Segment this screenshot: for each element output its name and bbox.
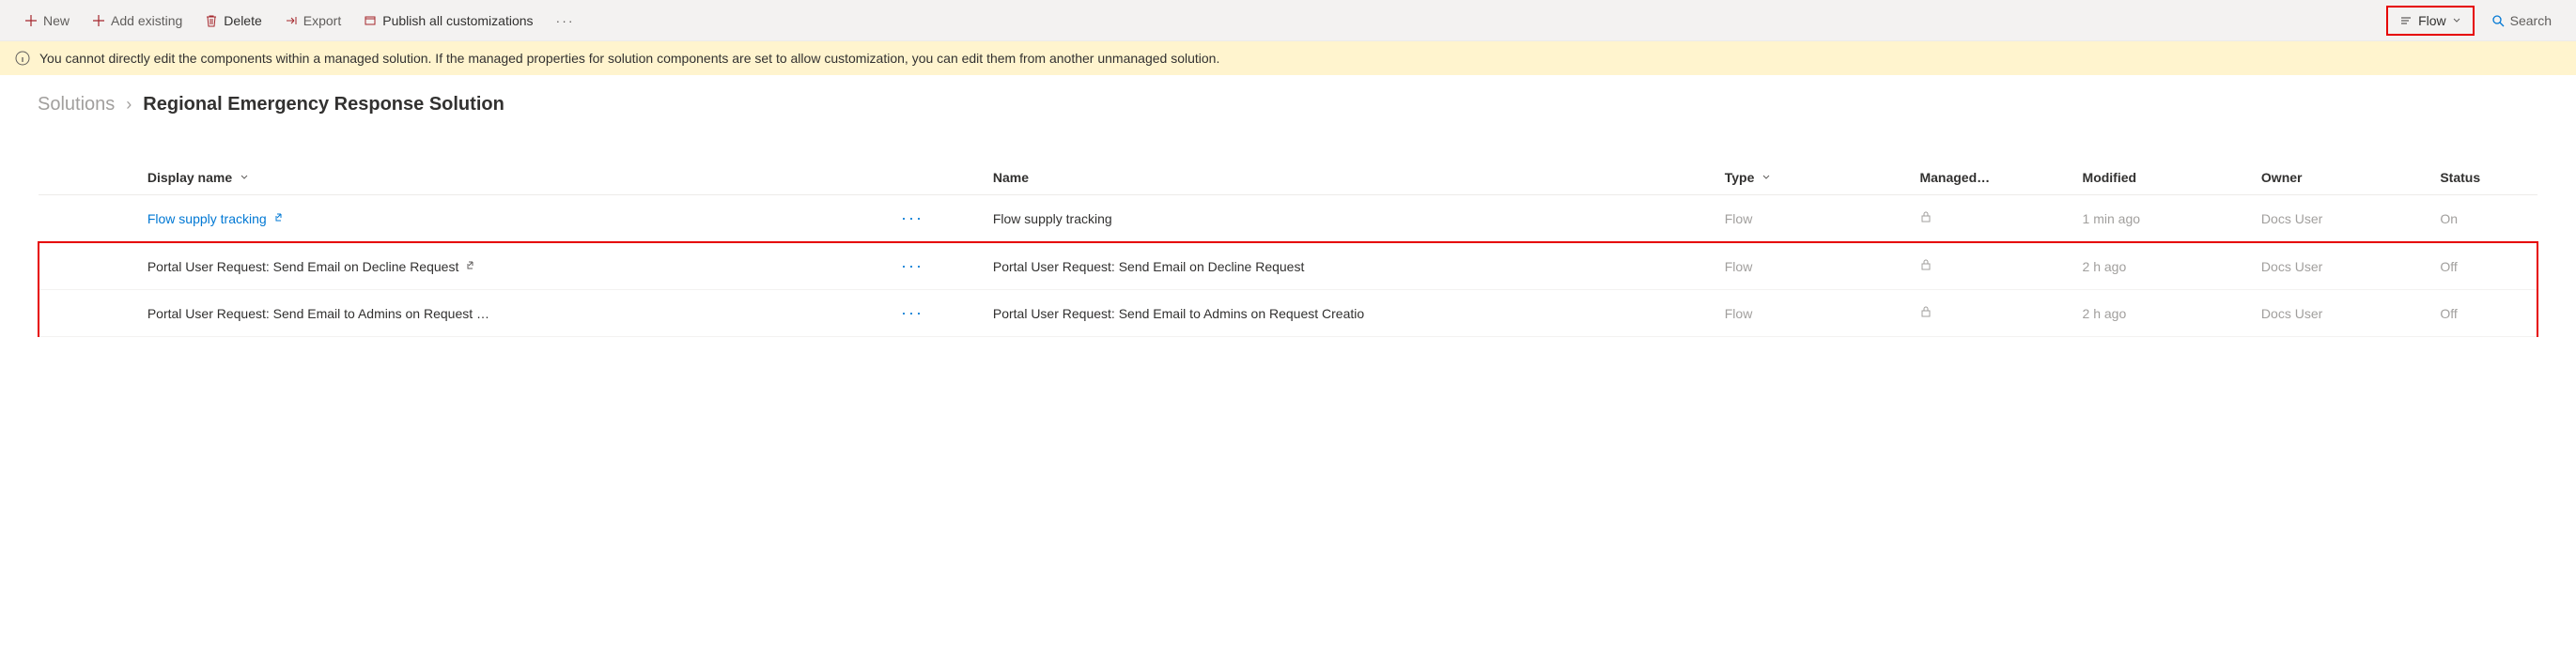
row-display-name[interactable]: Portal User Request: Send Email on Decli… [147,259,459,274]
breadcrumb: Solutions › Regional Emergency Response … [0,75,2576,123]
row-more-button[interactable]: ··· [895,301,929,324]
column-label: Modified [2083,170,2137,185]
column-label: Status [2440,170,2480,185]
publish-label: Publish all customizations [382,13,533,28]
column-label: Name [993,170,1029,185]
flow-icon [2399,14,2413,27]
select-all-header[interactable] [39,161,136,195]
column-actions [884,161,982,195]
row-owner: Docs User [2250,290,2429,337]
lock-icon [1919,211,1932,226]
export-button[interactable]: Export [275,8,350,34]
column-managed[interactable]: Managed… [1908,161,2071,195]
flow-label: Flow [2418,13,2446,28]
row-name: Flow supply tracking [982,195,1714,243]
row-type: Flow [1714,290,1909,337]
row-managed [1908,195,2071,243]
table-row[interactable]: Portal User Request: Send Email on Decli… [39,242,2537,290]
row-status: On [2429,195,2537,243]
row-owner: Docs User [2250,242,2429,290]
export-label: Export [303,13,341,28]
row-type: Flow [1714,195,1909,243]
flow-dropdown-button[interactable]: Flow [2386,6,2475,36]
chevron-down-icon [240,170,249,185]
publish-button[interactable]: Publish all customizations [354,8,542,34]
row-select[interactable] [51,303,68,320]
table-container: Display name Name Type Managed… Modified… [0,123,2576,337]
lock-icon [1919,306,1932,321]
row-select[interactable] [51,256,68,273]
plus-icon [24,14,38,27]
command-bar: New Add existing Delete Export Publish a… [0,0,2576,41]
row-status: Off [2429,290,2537,337]
toolbar-left: New Add existing Delete Export Publish a… [15,8,2386,34]
column-label: Type [1725,170,1755,185]
table-row[interactable]: Portal User Request: Send Email to Admin… [39,290,2537,337]
row-modified: 2 h ago [2072,290,2250,337]
plus-icon [92,14,105,27]
page-title: Regional Emergency Response Solution [143,94,504,115]
row-more-button[interactable]: ··· [895,254,929,277]
publish-icon [364,14,377,27]
column-status[interactable]: Status [2429,161,2537,195]
search-label: Search [2510,13,2552,28]
breadcrumb-parent[interactable]: Solutions [38,94,115,115]
row-more-button[interactable]: ··· [895,207,929,229]
row-modified: 2 h ago [2072,242,2250,290]
notice-text: You cannot directly edit the components … [39,51,1219,66]
row-managed [1908,242,2071,290]
open-external-icon[interactable] [274,211,286,225]
new-label: New [43,13,70,28]
info-icon [15,51,30,66]
column-display-name[interactable]: Display name [136,161,884,195]
column-label: Managed… [1919,170,1990,185]
add-existing-label: Add existing [111,13,182,28]
overflow-button[interactable]: ··· [547,8,584,34]
new-button[interactable]: New [15,8,79,34]
chevron-down-icon [2452,16,2461,25]
chevron-right-icon: › [126,95,132,115]
search-icon [2491,14,2505,27]
column-type[interactable]: Type [1714,161,1909,195]
row-status: Off [2429,242,2537,290]
export-icon [285,14,298,27]
row-owner: Docs User [2250,195,2429,243]
chevron-down-icon [1761,170,1771,185]
delete-button[interactable]: Delete [195,8,271,34]
trash-icon [205,14,218,27]
column-label: Owner [2261,170,2303,185]
column-owner[interactable]: Owner [2250,161,2429,195]
delete-label: Delete [224,13,261,28]
row-display-name-link[interactable]: Flow supply tracking [147,211,267,226]
add-existing-button[interactable]: Add existing [83,8,192,34]
notice-bar: You cannot directly edit the components … [0,41,2576,75]
row-select[interactable] [50,208,67,225]
more-icon: ··· [556,13,575,28]
row-name: Portal User Request: Send Email on Decli… [982,242,1714,290]
search-button[interactable]: Search [2482,8,2561,34]
table-row[interactable]: Flow supply tracking ··· Flow supply tra… [39,195,2537,243]
open-external-icon[interactable] [466,259,477,273]
row-modified: 1 min ago [2072,195,2250,243]
row-managed [1908,290,2071,337]
lock-icon [1919,259,1932,274]
row-display-name[interactable]: Portal User Request: Send Email to Admin… [147,306,489,321]
row-name: Portal User Request: Send Email to Admin… [982,290,1714,337]
column-name[interactable]: Name [982,161,1714,195]
table-header-row: Display name Name Type Managed… Modified… [39,161,2537,195]
toolbar-right: Flow Search [2386,6,2561,36]
solution-components-table: Display name Name Type Managed… Modified… [38,161,2538,337]
row-type: Flow [1714,242,1909,290]
column-label: Display name [147,170,232,185]
column-modified[interactable]: Modified [2072,161,2250,195]
